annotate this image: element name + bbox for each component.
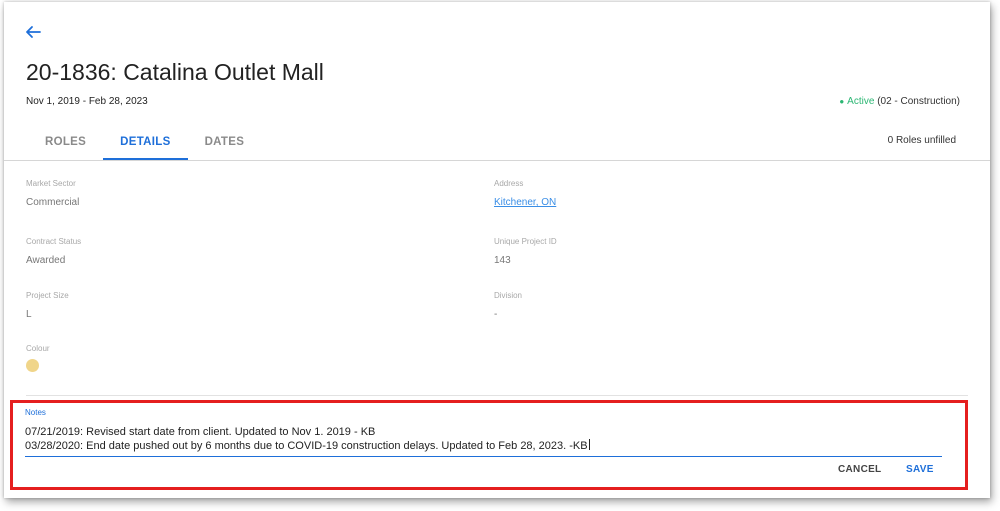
page-title: 20-1836: Catalina Outlet Mall: [26, 59, 324, 85]
field-contract-status: Contract Status Awarded: [26, 237, 81, 266]
address-link[interactable]: Kitchener, ON: [494, 197, 556, 208]
tab-details[interactable]: DETAILS: [103, 126, 188, 160]
tab-dates[interactable]: DATES: [188, 126, 262, 160]
field-value: L: [26, 309, 32, 320]
notes-line: 03/28/2020: End date pushed out by 6 mon…: [25, 439, 940, 453]
field-address: Address Kitchener, ON: [494, 179, 556, 208]
tab-bar: ROLES DETAILS DATES: [28, 126, 261, 160]
field-project-size: Project Size L: [26, 291, 69, 320]
status-active-label: Active: [847, 96, 875, 107]
field-label: Market Sector: [26, 179, 76, 188]
notes-field-underline: [25, 456, 942, 457]
notes-label: Notes: [25, 408, 46, 417]
save-button[interactable]: SAVE: [906, 464, 934, 475]
field-label: Contract Status: [26, 237, 82, 246]
field-division: Division -: [494, 291, 522, 320]
arrow-left-icon[interactable]: [24, 24, 42, 40]
field-unique-project-id: Unique Project ID 143: [494, 237, 557, 266]
content-divider: [26, 395, 968, 396]
field-label: Project Size: [26, 291, 69, 300]
field-label: Colour: [26, 344, 50, 353]
notes-line-text: 03/28/2020: End date pushed out by 6 mon…: [25, 440, 588, 452]
status-badge: ● Active (02 - Construction): [839, 96, 960, 107]
field-value: 143: [494, 255, 511, 266]
field-value: Awarded: [26, 255, 66, 266]
text-caret: [588, 439, 590, 450]
field-label: Address: [494, 179, 524, 188]
notes-textarea[interactable]: 07/21/2019: Revised start date from clie…: [25, 425, 940, 453]
project-date-range: Nov 1, 2019 - Feb 28, 2023: [26, 96, 148, 107]
field-label: Division: [494, 291, 523, 300]
status-phase: (02 - Construction): [877, 96, 960, 107]
notes-line: 07/21/2019: Revised start date from clie…: [25, 426, 376, 438]
field-colour: Colour: [26, 344, 50, 353]
cancel-button[interactable]: CANCEL: [838, 464, 881, 475]
status-dot-icon: ●: [839, 97, 845, 106]
field-label: Unique Project ID: [494, 237, 557, 246]
field-value: -: [494, 309, 498, 320]
roles-unfilled-count: 0 Roles unfilled: [887, 135, 956, 146]
field-value: Commercial: [26, 197, 80, 208]
colour-swatch: [26, 359, 39, 372]
field-market-sector: Market Sector Commercial: [26, 179, 79, 208]
tabs-divider: [4, 160, 990, 161]
tab-roles[interactable]: ROLES: [28, 126, 103, 160]
